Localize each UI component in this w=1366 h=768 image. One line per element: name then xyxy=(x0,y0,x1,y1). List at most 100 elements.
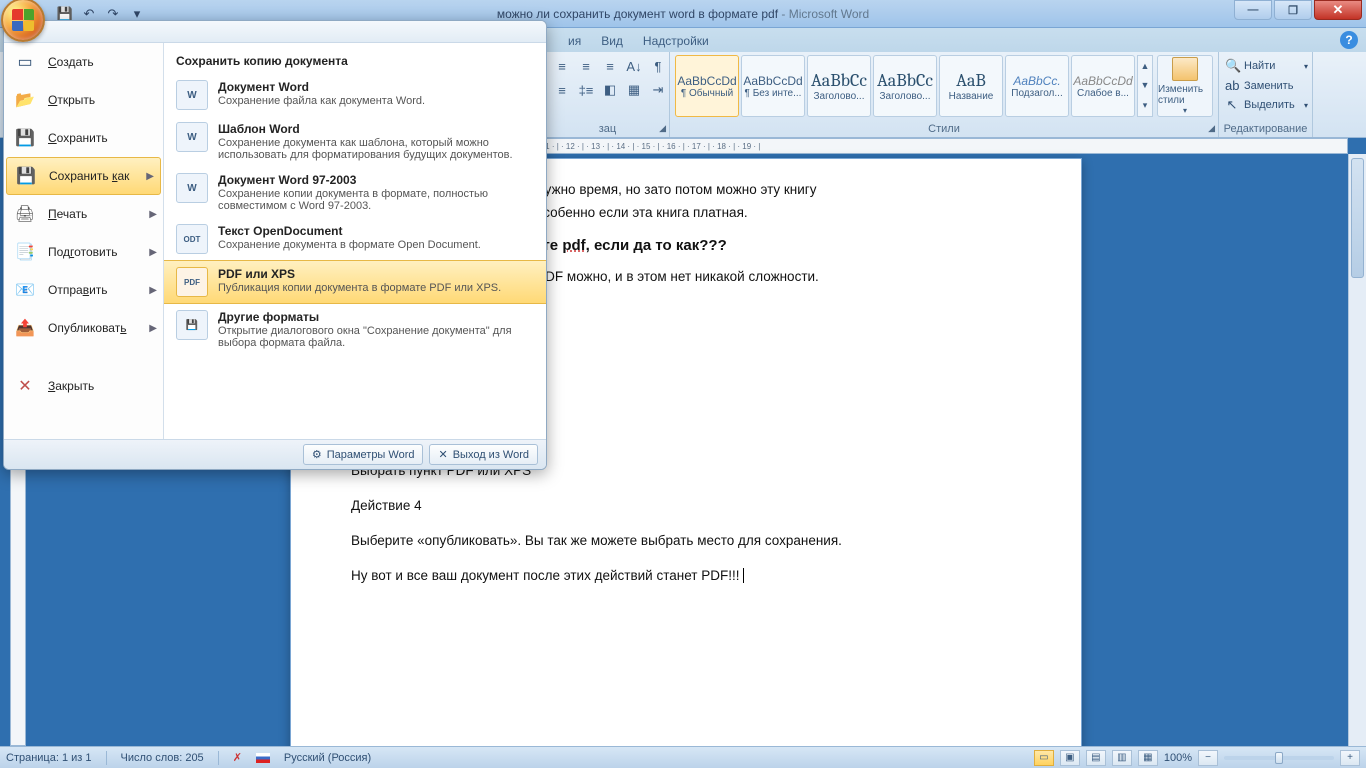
cursor-icon: ↖ xyxy=(1225,97,1239,113)
menu-prepare[interactable]: 📑Подготовить▶ xyxy=(4,233,163,271)
select-button[interactable]: ↖Выделить▾ xyxy=(1225,95,1308,115)
show-marks-button[interactable]: ¶ xyxy=(647,55,669,77)
zoom-level[interactable]: 100% xyxy=(1164,752,1192,764)
saveas-odt[interactable]: ODT Текст OpenDocumentСохранение докумен… xyxy=(164,218,546,260)
align-left-button[interactable]: ≡ xyxy=(551,55,573,77)
doc-text: Выберите «опубликовать». Вы так же может… xyxy=(351,530,1021,553)
style-emphasis[interactable]: AaBbCcDdСлабое в... xyxy=(1071,55,1135,117)
saveas-other[interactable]: 💾 Другие форматыОткрытие диалогового окн… xyxy=(164,304,546,355)
office-logo-icon xyxy=(12,9,34,31)
minimize-button[interactable]: — xyxy=(1234,0,1272,20)
word-count[interactable]: Число слов: 205 xyxy=(121,752,204,764)
language-indicator[interactable]: Русский (Россия) xyxy=(284,752,371,764)
tab-mailings-partial[interactable]: ия xyxy=(558,30,591,52)
menu-save-as[interactable]: 💾Сохранить как▶ xyxy=(6,157,161,195)
menu-close[interactable]: ✕Закрыть xyxy=(4,367,163,405)
style-title[interactable]: AaBНазвание xyxy=(939,55,1003,117)
text-cursor xyxy=(739,568,744,583)
chevron-right-icon: ▶ xyxy=(149,285,157,296)
publish-icon: 📤 xyxy=(12,318,38,338)
paragraph-group-label: зац xyxy=(599,123,616,135)
replace-icon: ab xyxy=(1225,78,1239,93)
exit-word-button[interactable]: ✕Выход из Word xyxy=(429,444,538,465)
office-button[interactable] xyxy=(1,0,45,42)
zoom-out-button[interactable]: − xyxy=(1198,750,1218,766)
editing-group: 🔍Найти▾ abЗаменить ↖Выделить▾ Редактиров… xyxy=(1219,52,1313,137)
menu-send[interactable]: 📧Отправить▶ xyxy=(4,271,163,309)
saveas-word-doc[interactable]: W Документ WordСохранение файла как доку… xyxy=(164,74,546,116)
word-doc-icon: W xyxy=(176,80,208,110)
view-draft[interactable]: ▦ xyxy=(1138,750,1158,766)
replace-button[interactable]: abЗаменить xyxy=(1225,76,1308,95)
borders-button[interactable]: ▦ xyxy=(623,79,645,101)
style-normal[interactable]: AaBbCcDd¶ Обычный xyxy=(675,55,739,117)
word97-icon: W xyxy=(176,173,208,203)
office-menu: ▭ССоздатьоздать 📂Открыть 💾Сохранить 💾Сох… xyxy=(3,20,547,470)
office-menu-left: ▭ССоздатьоздать 📂Открыть 💾Сохранить 💾Сох… xyxy=(4,43,164,439)
chevron-right-icon: ▶ xyxy=(146,171,154,182)
tab-view[interactable]: Вид xyxy=(591,30,633,52)
zoom-in-button[interactable]: + xyxy=(1340,750,1360,766)
menu-open[interactable]: 📂Открыть xyxy=(4,81,163,119)
styles-launcher[interactable]: ◢ xyxy=(1208,123,1215,134)
help-button[interactable]: ? xyxy=(1340,31,1358,49)
styles-gallery-more[interactable]: ▲▼▾ xyxy=(1137,55,1153,117)
style-heading1[interactable]: AaBbCcЗаголово... xyxy=(807,55,871,117)
status-bar: Страница: 1 из 1 Число слов: 205 ✗ Русск… xyxy=(0,746,1366,768)
style-heading2[interactable]: AaBbCcЗаголово... xyxy=(873,55,937,117)
word-options-button[interactable]: ⚙Параметры Word xyxy=(303,444,424,465)
justify-button[interactable]: ≡ xyxy=(551,79,573,101)
window-controls: — ❐ ✕ xyxy=(1232,0,1362,20)
align-center-button[interactable]: ≡ xyxy=(575,55,597,77)
printer-icon: 🖨 xyxy=(12,204,38,224)
paragraph-launcher[interactable]: ◢ xyxy=(659,123,666,134)
menu-new[interactable]: ▭ССоздатьоздать xyxy=(4,43,163,81)
zoom-slider[interactable] xyxy=(1224,756,1334,760)
spell-check-icon[interactable]: ✗ xyxy=(233,751,242,764)
close-button[interactable]: ✕ xyxy=(1314,0,1362,20)
office-menu-right: Сохранить копию документа W Документ Wor… xyxy=(164,43,546,439)
prepare-icon: 📑 xyxy=(12,242,38,262)
sort-button[interactable]: A↓ xyxy=(623,55,645,77)
menu-print[interactable]: 🖨Печать▶ xyxy=(4,195,163,233)
indent-button[interactable]: ⇥ xyxy=(647,79,669,101)
doc-text: Ну вот и все ваш документ после этих дей… xyxy=(351,565,1021,588)
saveas-word-template[interactable]: W Шаблон WordСохранение документа как ша… xyxy=(164,116,546,167)
paragraph-group: ≡ ≡ ≡ A↓ ¶ ≡ ‡≡ ◧ ▦ ⇥ зац ◢ xyxy=(546,52,670,137)
style-no-spacing[interactable]: AaBbCcDd¶ Без инте... xyxy=(741,55,805,117)
shading-button[interactable]: ◧ xyxy=(599,79,621,101)
editing-group-label: Редактирование xyxy=(1224,123,1308,135)
view-web-layout[interactable]: ▤ xyxy=(1086,750,1106,766)
binoculars-icon: 🔍 xyxy=(1225,58,1239,74)
tab-addins[interactable]: Надстройки xyxy=(633,30,719,52)
vertical-scrollbar[interactable] xyxy=(1348,154,1366,746)
odt-icon: ODT xyxy=(176,224,208,254)
template-icon: W xyxy=(176,122,208,152)
close-doc-icon: ✕ xyxy=(12,376,38,396)
view-print-layout[interactable]: ▭ xyxy=(1034,750,1054,766)
exit-icon: ✕ xyxy=(438,448,447,461)
office-menu-footer: ⚙Параметры Word ✕Выход из Word xyxy=(4,439,546,469)
line-spacing-button[interactable]: ‡≡ xyxy=(575,79,597,101)
saveas-pdf-xps[interactable]: PDF PDF или XPSПубликация копии документ… xyxy=(164,260,546,304)
folder-open-icon: 📂 xyxy=(12,90,38,110)
saveas-word97[interactable]: W Документ Word 97-2003Сохранение копии … xyxy=(164,167,546,218)
change-styles-button[interactable]: Изменить стили ▾ xyxy=(1157,55,1213,117)
save-icon: 💾 xyxy=(12,128,38,148)
scrollbar-thumb[interactable] xyxy=(1351,158,1364,278)
maximize-button[interactable]: ❐ xyxy=(1274,0,1312,20)
page-indicator[interactable]: Страница: 1 из 1 xyxy=(6,752,92,764)
menu-publish[interactable]: 📤Опубликовать▶ xyxy=(4,309,163,347)
window-title: можно ли сохранить документ word в форма… xyxy=(497,7,869,21)
find-button[interactable]: 🔍Найти▾ xyxy=(1225,56,1308,76)
options-icon: ⚙ xyxy=(312,448,322,461)
view-full-screen[interactable]: ▣ xyxy=(1060,750,1080,766)
zoom-slider-thumb[interactable] xyxy=(1275,752,1283,764)
styles-group-label: Стили xyxy=(928,123,960,135)
change-styles-icon xyxy=(1172,57,1198,81)
style-subtitle[interactable]: AaBbCc.Подзагол... xyxy=(1005,55,1069,117)
align-right-button[interactable]: ≡ xyxy=(599,55,621,77)
menu-save[interactable]: 💾Сохранить xyxy=(4,119,163,157)
send-icon: 📧 xyxy=(12,280,38,300)
view-outline[interactable]: ▥ xyxy=(1112,750,1132,766)
